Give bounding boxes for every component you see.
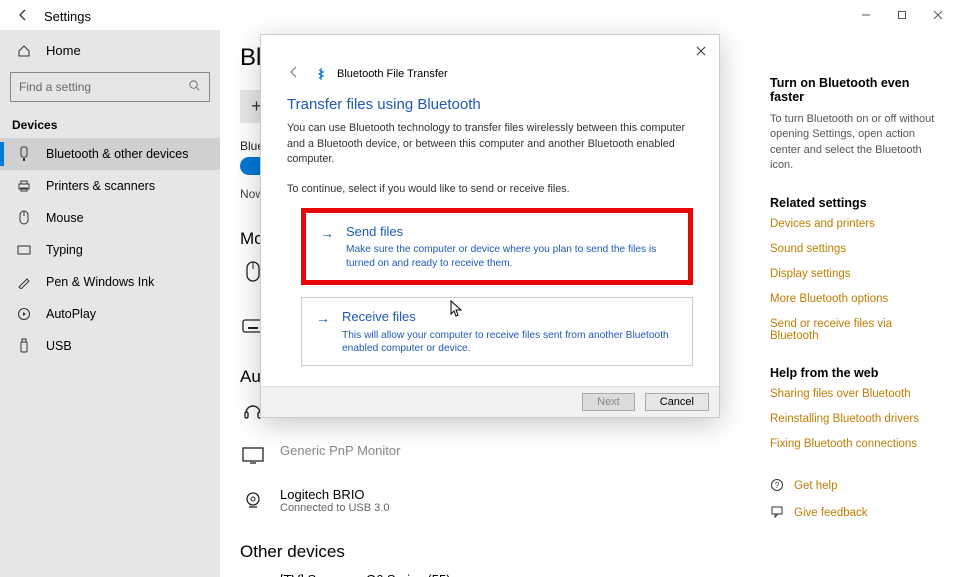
- feedback-link[interactable]: Give feedback: [770, 505, 942, 522]
- tip-title: Turn on Bluetooth even faster: [770, 76, 942, 104]
- help-link[interactable]: Fixing Bluetooth connections: [770, 438, 942, 450]
- related-link[interactable]: Display settings: [770, 268, 942, 280]
- feedback-icon: [770, 505, 784, 522]
- search-input[interactable]: [19, 80, 182, 94]
- dialog-next-button[interactable]: Next: [582, 393, 635, 411]
- svg-text:?: ?: [775, 481, 780, 490]
- sidebar-item-pen[interactable]: Pen & Windows Ink: [0, 266, 220, 298]
- sidebar-section-label: Devices: [0, 112, 220, 138]
- sidebar-item-label: Mouse: [46, 211, 84, 225]
- window-close-button[interactable]: [922, 1, 954, 29]
- printer-icon: [16, 179, 32, 193]
- sidebar-home[interactable]: Home: [0, 33, 220, 68]
- window-maximize-button[interactable]: [886, 1, 918, 29]
- receive-files-option[interactable]: Receive files This will allow your compu…: [301, 297, 693, 366]
- sidebar-item-label: Printers & scanners: [46, 179, 155, 193]
- home-label: Home: [46, 43, 81, 58]
- bluetooth-glyph-icon: [315, 68, 327, 80]
- sidebar-item-label: Bluetooth & other devices: [46, 147, 188, 161]
- help-link[interactable]: Sharing files over Bluetooth: [770, 388, 942, 400]
- send-files-desc: Make sure the computer or device where y…: [346, 243, 670, 270]
- app-title: Settings: [44, 9, 91, 24]
- feedback-label: Give feedback: [794, 507, 868, 519]
- pen-icon: [16, 275, 32, 289]
- send-files-option[interactable]: Send files Make sure the computer or dev…: [301, 208, 693, 285]
- search-icon: [188, 79, 201, 95]
- bluetooth-file-transfer-dialog: Bluetooth File Transfer Transfer files u…: [260, 34, 720, 418]
- window-minimize-button[interactable]: [850, 1, 882, 29]
- dialog-window-title: Bluetooth File Transfer: [337, 68, 448, 80]
- get-help-link[interactable]: ? Get help: [770, 478, 942, 495]
- tip-text: To turn Bluetooth on or off without open…: [770, 112, 942, 174]
- device-name: [TV] Samsung Q6 Series (55): [280, 572, 451, 577]
- sidebar-item-label: Pen & Windows Ink: [46, 275, 154, 289]
- section-other: Other devices: [240, 542, 742, 562]
- related-link[interactable]: Devices and printers: [770, 218, 942, 230]
- help-title: Help from the web: [770, 366, 942, 380]
- autoplay-icon: [16, 307, 32, 321]
- device-sub: Connected to USB 3.0: [280, 502, 389, 514]
- home-icon: [16, 44, 32, 58]
- dialog-back-button[interactable]: [287, 65, 301, 82]
- mouse-icon: [16, 210, 32, 226]
- get-help-label: Get help: [794, 480, 837, 492]
- sidebar-item-mouse[interactable]: Mouse: [0, 202, 220, 234]
- help-icon: ?: [770, 478, 784, 495]
- sidebar-item-label: Typing: [46, 243, 83, 257]
- search-input-wrap[interactable]: [10, 72, 210, 102]
- related-title: Related settings: [770, 196, 942, 210]
- sidebar-item-typing[interactable]: Typing: [0, 234, 220, 266]
- sidebar-item-bluetooth[interactable]: Bluetooth & other devices: [0, 138, 220, 170]
- receive-files-desc: This will allow your computer to receive…: [342, 329, 674, 356]
- webcam-device-icon: [240, 487, 266, 513]
- related-link[interactable]: Send or receive files via Bluetooth: [770, 318, 942, 342]
- related-link[interactable]: Sound settings: [770, 243, 942, 255]
- receive-files-title: Receive files: [342, 308, 674, 327]
- sidebar-item-label: AutoPlay: [46, 307, 96, 321]
- tv-device-icon: [240, 572, 266, 577]
- device-name: Logitech BRIO: [280, 487, 389, 502]
- dialog-cancel-button[interactable]: Cancel: [645, 393, 709, 411]
- dialog-desc-1: You can use Bluetooth technology to tran…: [287, 121, 693, 168]
- dialog-title: Transfer files using Bluetooth: [261, 86, 719, 121]
- typing-icon: [16, 245, 32, 255]
- sidebar-item-printers[interactable]: Printers & scanners: [0, 170, 220, 202]
- usb-icon: [16, 338, 32, 354]
- bluetooth-icon: [16, 146, 32, 162]
- help-link[interactable]: Reinstalling Bluetooth drivers: [770, 413, 942, 425]
- related-link[interactable]: More Bluetooth options: [770, 293, 942, 305]
- sidebar-item-usb[interactable]: USB: [0, 330, 220, 362]
- sidebar-item-autoplay[interactable]: AutoPlay: [0, 298, 220, 330]
- sidebar-item-label: USB: [46, 339, 72, 353]
- back-button[interactable]: [16, 8, 30, 25]
- send-files-title: Send files: [346, 223, 670, 242]
- device-name: Generic PnP Monitor: [280, 443, 400, 458]
- dialog-desc-2: To continue, select if you would like to…: [287, 182, 693, 198]
- monitor-device-icon: [240, 443, 266, 469]
- settings-sidebar: Settings Home Devices Bluetooth & oth: [0, 30, 220, 577]
- sidebar-nav: Bluetooth & other devices Printers & sca…: [0, 138, 220, 362]
- right-column: Turn on Bluetooth even faster To turn Bl…: [770, 30, 960, 577]
- dialog-close-button[interactable]: [689, 41, 713, 61]
